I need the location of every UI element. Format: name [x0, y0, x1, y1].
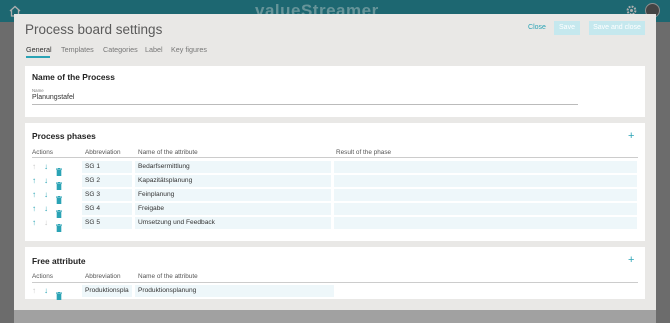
move-up-icon[interactable]: ↑: [32, 218, 36, 228]
move-down-icon[interactable]: ↓: [44, 204, 48, 214]
close-button[interactable]: Close: [526, 21, 548, 35]
add-attribute-icon[interactable]: +: [628, 255, 634, 266]
column-header-attribute: Name of the attribute: [138, 149, 198, 156]
table-row: ↑ ↓ SG 1 Bedarfsermittlung: [25, 161, 645, 176]
name-field-label: Name: [32, 88, 44, 93]
attribute-name-cell[interactable]: Kapazitätsplanung: [135, 175, 331, 187]
header-divider: [32, 157, 638, 158]
result-cell[interactable]: [334, 203, 637, 215]
save-and-close-button[interactable]: Save and close: [589, 21, 645, 35]
move-up-icon[interactable]: ↑: [32, 204, 36, 214]
abbreviation-cell[interactable]: SG 4: [82, 203, 132, 215]
table-row: ↑ ↓ Produktionspla Produktionsplanung: [25, 285, 645, 300]
attribute-name-cell[interactable]: Freigabe: [135, 203, 331, 215]
save-button[interactable]: Save: [554, 21, 580, 35]
move-up-icon: ↑: [32, 162, 36, 171]
header-divider: [32, 282, 638, 283]
trash-icon[interactable]: [56, 163, 62, 176]
add-phase-icon[interactable]: +: [628, 131, 634, 142]
active-tab-indicator: [26, 56, 50, 58]
tab-general[interactable]: General: [26, 45, 52, 54]
column-header-result: Result of the phase: [336, 149, 392, 156]
backdrop-right-rail: [656, 22, 670, 323]
abbreviation-cell[interactable]: SG 5: [82, 217, 132, 229]
move-down-icon[interactable]: ↓: [44, 190, 48, 200]
backdrop-left-rail: [0, 22, 14, 323]
move-up-icon[interactable]: ↑: [32, 190, 36, 200]
tab-templates[interactable]: Templates: [61, 45, 94, 54]
tab-categories[interactable]: Categories: [103, 45, 138, 54]
trash-icon[interactable]: [56, 177, 62, 190]
tab-key-figures[interactable]: Key figures: [171, 45, 207, 54]
section-title: Process phases: [32, 131, 96, 141]
result-cell[interactable]: [334, 217, 637, 229]
column-header-attribute: Name of the attribute: [138, 273, 198, 280]
name-field[interactable]: Planungstafel: [32, 94, 74, 101]
move-up-icon[interactable]: ↑: [32, 176, 36, 186]
section-title: Free attribute: [32, 256, 86, 266]
trash-icon[interactable]: [56, 287, 62, 300]
column-header-abbreviation: Abbreviation: [85, 149, 121, 156]
move-down-icon[interactable]: ↓: [44, 286, 48, 296]
attribute-name-cell[interactable]: Bedarfsermittlung: [135, 161, 331, 173]
free-attribute-card: Free attribute + Actions Abbreviation Na…: [25, 247, 645, 300]
name-field-underline: [32, 104, 578, 105]
trash-icon[interactable]: [56, 205, 62, 218]
abbreviation-cell[interactable]: SG 3: [82, 189, 132, 201]
process-board-settings-modal: Process board settings Close Save Save a…: [14, 14, 656, 310]
trash-icon[interactable]: [56, 191, 62, 204]
column-header-actions: Actions: [32, 149, 53, 156]
process-name-card: Name of the Process Name Planungstafel: [25, 66, 645, 117]
modal-title: Process board settings: [25, 22, 163, 37]
result-cell[interactable]: [334, 161, 637, 173]
tab-label[interactable]: Label: [145, 45, 163, 54]
attribute-name-cell[interactable]: Umsetzung und Feedback: [135, 217, 331, 229]
move-down-icon: ↓: [44, 218, 48, 227]
trash-icon[interactable]: [56, 219, 62, 232]
result-cell[interactable]: [334, 175, 637, 187]
table-row: ↑ ↓ SG 4 Freigabe: [25, 203, 645, 218]
attribute-name-cell[interactable]: Feinplanung: [135, 189, 331, 201]
move-down-icon[interactable]: ↓: [44, 176, 48, 186]
table-row: ↑ ↓ SG 5 Umsetzung und Feedback: [25, 217, 645, 232]
attribute-name-cell[interactable]: Produktionsplanung: [135, 285, 334, 297]
column-header-actions: Actions: [32, 273, 53, 280]
section-title: Name of the Process: [32, 72, 115, 82]
move-up-icon: ↑: [32, 286, 36, 295]
abbreviation-cell[interactable]: Produktionspla: [82, 285, 132, 297]
process-phases-card: Process phases + Actions Abbreviation Na…: [25, 123, 645, 241]
column-header-abbreviation: Abbreviation: [85, 273, 121, 280]
result-cell[interactable]: [334, 189, 637, 201]
abbreviation-cell[interactable]: SG 1: [82, 161, 132, 173]
table-row: ↑ ↓ SG 3 Feinplanung: [25, 189, 645, 204]
move-down-icon[interactable]: ↓: [44, 162, 48, 172]
abbreviation-cell[interactable]: SG 2: [82, 175, 132, 187]
table-row: ↑ ↓ SG 2 Kapazitätsplanung: [25, 175, 645, 190]
